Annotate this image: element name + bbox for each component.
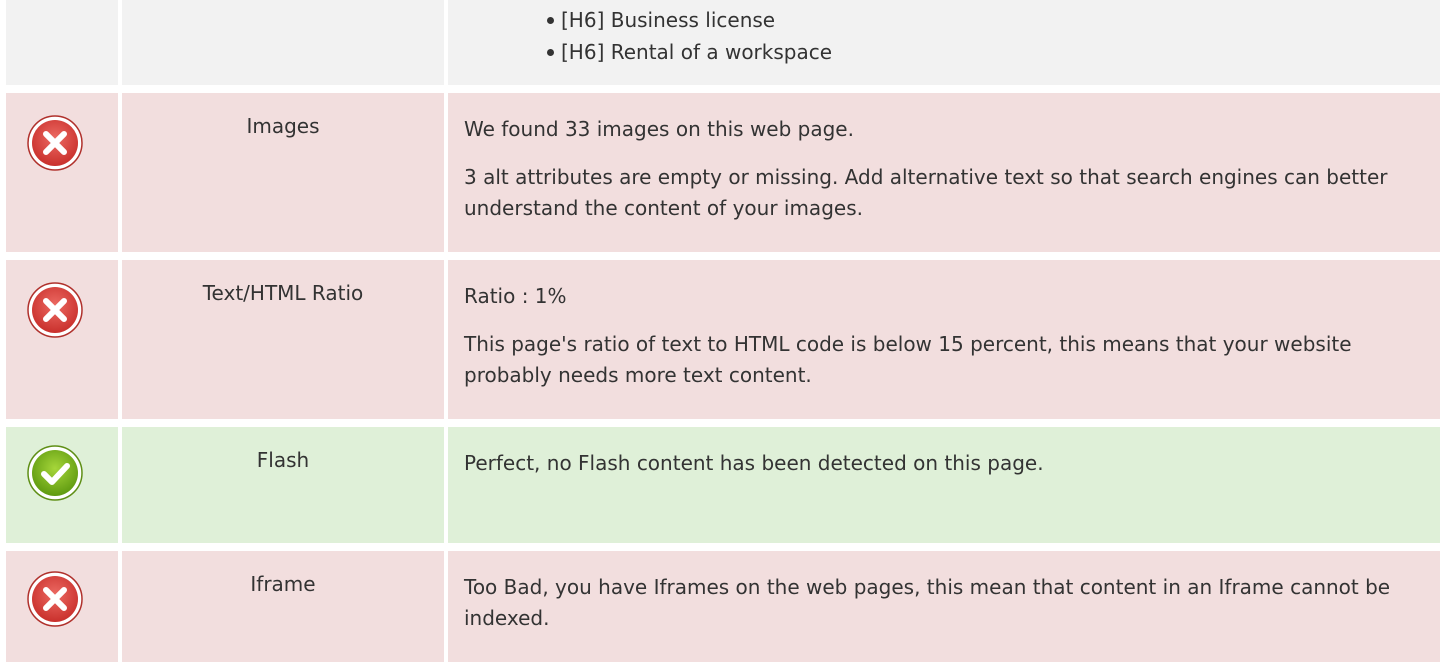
images-row: Images We found 33 images on this web pa… — [0, 93, 1446, 252]
result-summary: Too Bad, you have Iframes on the web pag… — [464, 575, 1391, 630]
headings-row: [H6] Business license [H6] Rental of a w… — [0, 0, 1446, 85]
text-html-ratio-row: Text/HTML Ratio Ratio : 1% This page's r… — [0, 260, 1446, 419]
seo-results-table: [H6] Business license [H6] Rental of a w… — [0, 0, 1446, 662]
iframe-row: Iframe Too Bad, you have Iframes on the … — [0, 551, 1446, 662]
flash-status-cell — [6, 427, 118, 543]
headings-row-label-cell — [122, 0, 444, 85]
iframe-status-cell — [6, 551, 118, 662]
iframe-content-cell: Too Bad, you have Iframes on the web pag… — [448, 551, 1440, 662]
result-summary: We found 33 images on this web page. — [464, 117, 854, 141]
headings-list: [H6] Business license [H6] Rental of a w… — [448, 0, 1420, 68]
flash-row: Flash Perfect, no Flash content has been… — [0, 427, 1446, 543]
result-summary: Ratio : 1% — [464, 284, 567, 308]
iframe-label-cell: Iframe — [122, 551, 444, 662]
list-item: [H6] Business license — [547, 4, 1420, 36]
error-x-icon — [27, 115, 83, 171]
row-label: Iframe — [250, 572, 316, 596]
ratio-content-cell: Ratio : 1% This page's ratio of text to … — [448, 260, 1440, 419]
result-detail: This page's ratio of text to HTML code i… — [464, 332, 1352, 387]
row-label: Text/HTML Ratio — [202, 281, 364, 305]
result-detail: 3 alt attributes are empty or missing. A… — [464, 165, 1388, 220]
row-label: Flash — [256, 448, 310, 472]
images-label-cell: Images — [122, 93, 444, 252]
error-x-icon — [27, 282, 83, 338]
result-summary: Perfect, no Flash content has been detec… — [464, 451, 1044, 475]
flash-content-cell: Perfect, no Flash content has been detec… — [448, 427, 1440, 543]
flash-label-cell: Flash — [122, 427, 444, 543]
images-status-cell — [6, 93, 118, 252]
ratio-label-cell: Text/HTML Ratio — [122, 260, 444, 419]
list-item: [H6] Rental of a workspace — [547, 36, 1420, 68]
headings-row-content-cell: [H6] Business license [H6] Rental of a w… — [448, 0, 1440, 85]
headings-row-icon-cell — [6, 0, 118, 85]
error-x-icon — [27, 571, 83, 627]
row-label: Images — [246, 114, 320, 138]
ratio-status-cell — [6, 260, 118, 419]
success-check-icon — [27, 445, 83, 501]
images-content-cell: We found 33 images on this web page. 3 a… — [448, 93, 1440, 252]
